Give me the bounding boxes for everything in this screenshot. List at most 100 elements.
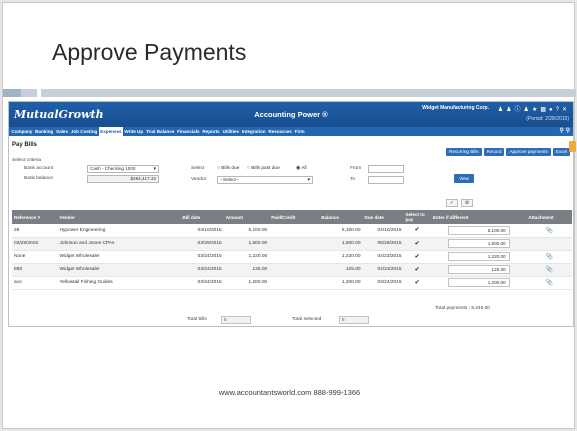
vendor-label: Vendor xyxy=(191,177,207,182)
col-vendor[interactable]: Vendor xyxy=(57,210,181,224)
col-due-date[interactable]: Due date xyxy=(362,210,404,224)
row-reference-link[interactable]: None xyxy=(12,250,58,264)
menu-sales[interactable]: Sales xyxy=(55,127,70,136)
attachment-icon[interactable]: 📎 xyxy=(545,254,552,260)
col-enter-if-different[interactable]: Enter if different xyxy=(430,210,527,224)
period-label: (Period: 2/28/2015) xyxy=(526,116,569,122)
row-reference-link[interactable]: 28 xyxy=(12,224,58,238)
attachment-icon[interactable]: 📎 xyxy=(545,267,552,273)
close-icon[interactable]: ✕ xyxy=(562,107,570,113)
radio-all-label: All xyxy=(301,166,307,171)
info-icon[interactable]: ⓘ xyxy=(515,107,524,113)
view-button[interactable]: View xyxy=(454,174,474,183)
select-to-pay-checkbox[interactable]: ✔ xyxy=(414,267,420,273)
table-row: ace Yellowtail Fishing Guides 03/24/2015… xyxy=(12,276,572,290)
bank-balance-label: Bank balance xyxy=(24,176,54,181)
menu-financials[interactable]: Financials xyxy=(176,127,201,136)
users-icon[interactable]: ♟ xyxy=(506,107,514,113)
row-amount: 1,220.00 xyxy=(223,250,270,264)
menu-search-icon[interactable]: ⚲ ⚲ xyxy=(560,127,570,134)
col-select[interactable]: Select to pay xyxy=(403,210,431,224)
table-row: 03/29/2015 Johnson and Jones CPAs 03/29/… xyxy=(12,237,572,251)
amount-input[interactable]: 1,600.00 xyxy=(447,239,510,248)
criteria-heading: Select criteria xyxy=(12,158,42,163)
menu-banking[interactable]: Banking xyxy=(34,127,55,136)
row-reference-link[interactable]: tttttt xyxy=(12,263,58,277)
excel-button[interactable]: Excel xyxy=(552,147,570,156)
row-amount: 1,200.00 xyxy=(223,276,270,290)
radio-bills-past-due[interactable]: ○ Bills past due xyxy=(247,166,280,171)
company-name[interactable]: Widget Manufacturing Corp. xyxy=(422,105,489,111)
row-paid-credit xyxy=(269,224,320,238)
row-bill-date: 03/24/2015 xyxy=(180,250,224,264)
bank-account-value: Cash - Checking 1000 xyxy=(90,166,136,171)
row-vendor: Johnson and Jones CPAs xyxy=(57,237,181,251)
total-selected-label: Total selected xyxy=(292,317,322,322)
radio-bills-due[interactable]: ○ Bills due xyxy=(217,166,239,171)
attachment-icon[interactable]: 📎 xyxy=(545,228,552,234)
menu-resources[interactable]: Resources xyxy=(267,127,293,136)
col-balance[interactable]: Balance xyxy=(319,210,363,224)
select-to-pay-checkbox[interactable]: ✔ xyxy=(414,227,420,233)
chat-icon[interactable]: ● xyxy=(549,107,556,113)
to-label: To xyxy=(350,177,356,182)
table-header-row: Reference # Vendor Bill date Amount Paid… xyxy=(12,210,572,224)
row-bill-date: 03/24/2015 xyxy=(180,276,224,290)
row-bill-date: 03/29/2015 xyxy=(180,237,224,251)
menu-trial-balance[interactable]: Trial Balance xyxy=(145,127,176,136)
row-paid-credit xyxy=(269,276,320,290)
menu-firm[interactable]: Firm xyxy=(293,127,306,136)
app-header: MutualGrowth Accounting Power ® Widget M… xyxy=(9,102,573,127)
total-bills-label: Total bills xyxy=(187,317,207,322)
app-title: Accounting Power ® xyxy=(254,110,328,119)
row-balance: 1,200.00 xyxy=(319,276,363,290)
menu-write-up[interactable]: Write Up xyxy=(123,127,145,136)
row-vendor: Widget Wholesaler xyxy=(57,250,181,264)
col-paid-credit[interactable]: Paid/Credit xyxy=(269,210,320,224)
amount-input[interactable]: 5,100.00 xyxy=(447,225,510,235)
row-reference-link[interactable]: ace xyxy=(12,276,58,290)
to-date-input[interactable] xyxy=(368,176,404,184)
select-to-pay-checkbox[interactable]: ✔ xyxy=(414,241,420,247)
select-to-pay-checkbox[interactable]: ✔ xyxy=(414,280,420,286)
bank-account-select[interactable]: Cash - Checking 1000 ▼ xyxy=(87,165,159,173)
menu-reports[interactable]: Reports xyxy=(201,127,221,136)
page-title: Pay Bills xyxy=(12,142,38,148)
select-to-pay-checkbox[interactable]: ✔ xyxy=(414,254,420,260)
title-rule xyxy=(3,89,576,97)
row-amount: 5,100.00 xyxy=(223,224,270,238)
row-vendor: Yellowtail Fishing Guides xyxy=(57,276,181,290)
menu-integration[interactable]: Integration xyxy=(240,127,267,136)
menu-job-costing[interactable]: Job Costing xyxy=(69,127,98,136)
col-attachment[interactable]: Attachment xyxy=(526,210,572,224)
row-reference-link[interactable]: 03/29/2015 xyxy=(12,237,58,251)
radio-all[interactable]: ◉ All xyxy=(296,166,307,171)
check-all-button[interactable]: ✓ xyxy=(446,199,458,207)
record-button[interactable]: Record xyxy=(483,147,505,156)
attachment-icon[interactable]: 📎 xyxy=(545,280,552,286)
from-date-input[interactable] xyxy=(368,165,404,173)
row-balance: 1,600.00 xyxy=(319,237,363,251)
row-due-date: 04/10/2015 xyxy=(362,224,404,238)
approve-payments-button[interactable]: Approve payments xyxy=(506,147,551,156)
amount-input[interactable]: 125.00 xyxy=(447,265,510,274)
recurring-bills-button[interactable]: Recurring Bills xyxy=(446,147,482,156)
row-balance: 5,100.00 xyxy=(319,224,363,238)
col-amount[interactable]: Amount xyxy=(223,210,270,224)
side-panel-tab[interactable] xyxy=(569,141,576,152)
col-bill-date[interactable]: Bill date xyxy=(180,210,224,224)
vendor-select[interactable]: --Select-- ▼ xyxy=(217,176,313,184)
menu-company[interactable]: Company xyxy=(10,127,34,136)
chevron-down-icon: ▼ xyxy=(152,166,157,171)
row-due-date: 05/28/2015 xyxy=(362,237,404,251)
menu-utilities[interactable]: Utilities xyxy=(221,127,240,136)
person-icon[interactable]: ♟ xyxy=(524,107,532,113)
settings-icon[interactable]: ⚙ xyxy=(461,199,473,207)
amount-input[interactable]: 1,220.00 xyxy=(447,252,510,261)
amount-input[interactable]: 1,200.00 xyxy=(447,278,510,287)
menu-expenses[interactable]: Expenses xyxy=(98,127,123,136)
user-icon[interactable]: ♟ xyxy=(498,107,506,113)
col-reference[interactable]: Reference # xyxy=(12,210,58,224)
doc-icon[interactable]: ▩ xyxy=(540,107,549,113)
table-row: 28 Hypower Engineering 04/10/2015 5,100.… xyxy=(12,224,572,238)
